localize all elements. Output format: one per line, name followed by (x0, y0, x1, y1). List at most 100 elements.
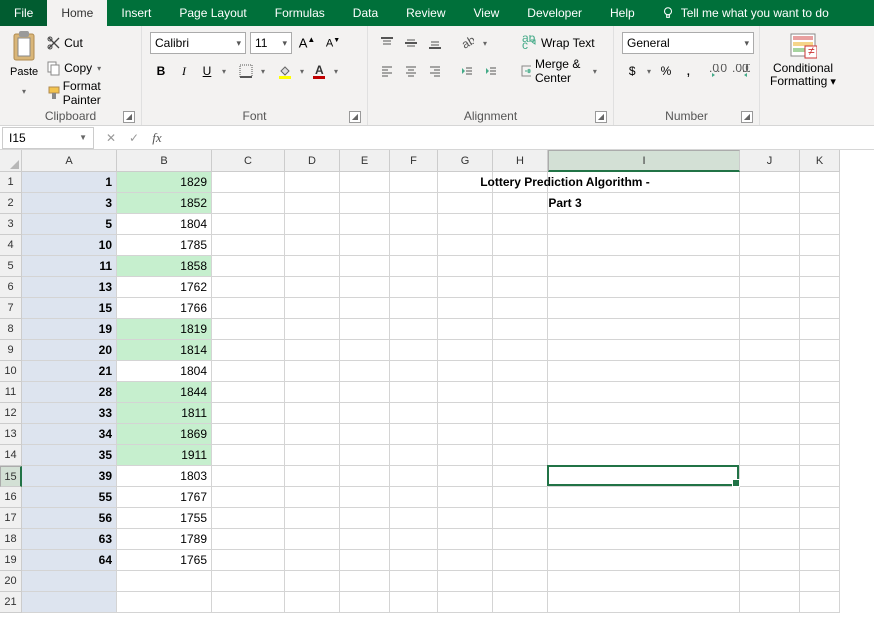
cell-D17[interactable] (285, 508, 340, 529)
cell-C7[interactable] (212, 298, 285, 319)
cell-A4[interactable]: 10 (22, 235, 117, 256)
cell-A17[interactable]: 56 (22, 508, 117, 529)
cell-J19[interactable] (740, 550, 800, 571)
cell-E14[interactable] (340, 445, 390, 466)
increase-font-button[interactable]: A▲ (296, 32, 318, 54)
cell-I4[interactable] (548, 235, 740, 256)
align-top-button[interactable] (376, 32, 398, 54)
cell-I8[interactable] (548, 319, 740, 340)
cell-J8[interactable] (740, 319, 800, 340)
cell-A19[interactable]: 64 (22, 550, 117, 571)
tab-review[interactable]: Review (392, 0, 459, 26)
row-header-20[interactable]: 20 (0, 571, 22, 592)
col-header-A[interactable]: A (22, 150, 117, 172)
cell-K18[interactable] (800, 529, 840, 550)
cell-F20[interactable] (390, 571, 438, 592)
cell-G17[interactable] (438, 508, 493, 529)
comma-button[interactable]: , (678, 60, 698, 82)
cell-B20[interactable] (117, 571, 212, 592)
cell-H20[interactable] (493, 571, 548, 592)
cell-B18[interactable]: 1789 (117, 529, 212, 550)
cell-F1[interactable] (390, 172, 438, 193)
cell-H16[interactable] (493, 487, 548, 508)
cell-H14[interactable] (493, 445, 548, 466)
cell-I7[interactable] (548, 298, 740, 319)
cell-B15[interactable]: 1803 (117, 466, 212, 487)
cell-H10[interactable] (493, 361, 548, 382)
format-painter-button[interactable]: Format Painter (46, 82, 135, 104)
paste-button[interactable]: Paste ▾ (6, 28, 42, 107)
clipboard-dialog-launcher[interactable]: ◢ (123, 111, 135, 123)
cell-I14[interactable] (548, 445, 740, 466)
cell-G18[interactable] (438, 529, 493, 550)
cell-B13[interactable]: 1869 (117, 424, 212, 445)
cell-B7[interactable]: 1766 (117, 298, 212, 319)
cell-H13[interactable] (493, 424, 548, 445)
cell-A20[interactable] (22, 571, 117, 592)
cell-J12[interactable] (740, 403, 800, 424)
cell-F14[interactable] (390, 445, 438, 466)
cell-G13[interactable] (438, 424, 493, 445)
tell-me[interactable]: Tell me what you want to do (649, 0, 841, 26)
cell-A2[interactable]: 3 (22, 193, 117, 214)
cell-A5[interactable]: 11 (22, 256, 117, 277)
cell-D4[interactable] (285, 235, 340, 256)
cell-E10[interactable] (340, 361, 390, 382)
cell-E19[interactable] (340, 550, 390, 571)
cell-K10[interactable] (800, 361, 840, 382)
cell-J14[interactable] (740, 445, 800, 466)
cell-H18[interactable] (493, 529, 548, 550)
cell-G11[interactable] (438, 382, 493, 403)
cell-J9[interactable] (740, 340, 800, 361)
cell-F15[interactable] (390, 466, 438, 487)
increase-indent-button[interactable] (480, 60, 502, 82)
cell-K4[interactable] (800, 235, 840, 256)
cell-D12[interactable] (285, 403, 340, 424)
cell-J15[interactable] (740, 466, 800, 487)
cell-H21[interactable] (493, 592, 548, 613)
percent-button[interactable]: % (656, 60, 676, 82)
cell-E1[interactable] (340, 172, 390, 193)
cell-C8[interactable] (212, 319, 285, 340)
cell-K7[interactable] (800, 298, 840, 319)
col-header-C[interactable]: C (212, 150, 285, 172)
cell-B1[interactable]: 1829 (117, 172, 212, 193)
name-box[interactable]: I15▼ (2, 127, 94, 149)
enter-formula-button[interactable]: ✓ (123, 128, 145, 148)
cell-K14[interactable] (800, 445, 840, 466)
font-color-button[interactable]: A (308, 60, 330, 82)
cell-B2[interactable]: 1852 (117, 193, 212, 214)
cell-G19[interactable] (438, 550, 493, 571)
cell-G5[interactable] (438, 256, 493, 277)
cell-B9[interactable]: 1814 (117, 340, 212, 361)
cell-I18[interactable] (548, 529, 740, 550)
cell-D16[interactable] (285, 487, 340, 508)
cell-G14[interactable] (438, 445, 493, 466)
cell-B8[interactable]: 1819 (117, 319, 212, 340)
cell-G16[interactable] (438, 487, 493, 508)
font-dialog-launcher[interactable]: ◢ (349, 111, 361, 123)
row-header-14[interactable]: 14 (0, 445, 22, 466)
copy-dropdown-icon[interactable]: ▾ (94, 57, 104, 79)
cell-I12[interactable] (548, 403, 740, 424)
cell-A11[interactable]: 28 (22, 382, 117, 403)
cell-I3[interactable] (548, 214, 740, 235)
tab-home[interactable]: Home (47, 0, 107, 26)
cell-J17[interactable] (740, 508, 800, 529)
cell-E18[interactable] (340, 529, 390, 550)
cell-H7[interactable] (493, 298, 548, 319)
cell-C14[interactable] (212, 445, 285, 466)
cell-G7[interactable] (438, 298, 493, 319)
cell-J5[interactable] (740, 256, 800, 277)
cell-A8[interactable]: 19 (22, 319, 117, 340)
tab-page-layout[interactable]: Page Layout (165, 0, 260, 26)
col-header-K[interactable]: K (800, 150, 840, 172)
cell-J18[interactable] (740, 529, 800, 550)
cell-F21[interactable] (390, 592, 438, 613)
cell-K17[interactable] (800, 508, 840, 529)
cell-E11[interactable] (340, 382, 390, 403)
orientation-button[interactable]: ab (456, 32, 478, 54)
cell-I19[interactable] (548, 550, 740, 571)
row-header-7[interactable]: 7 (0, 298, 22, 319)
cell-I9[interactable] (548, 340, 740, 361)
